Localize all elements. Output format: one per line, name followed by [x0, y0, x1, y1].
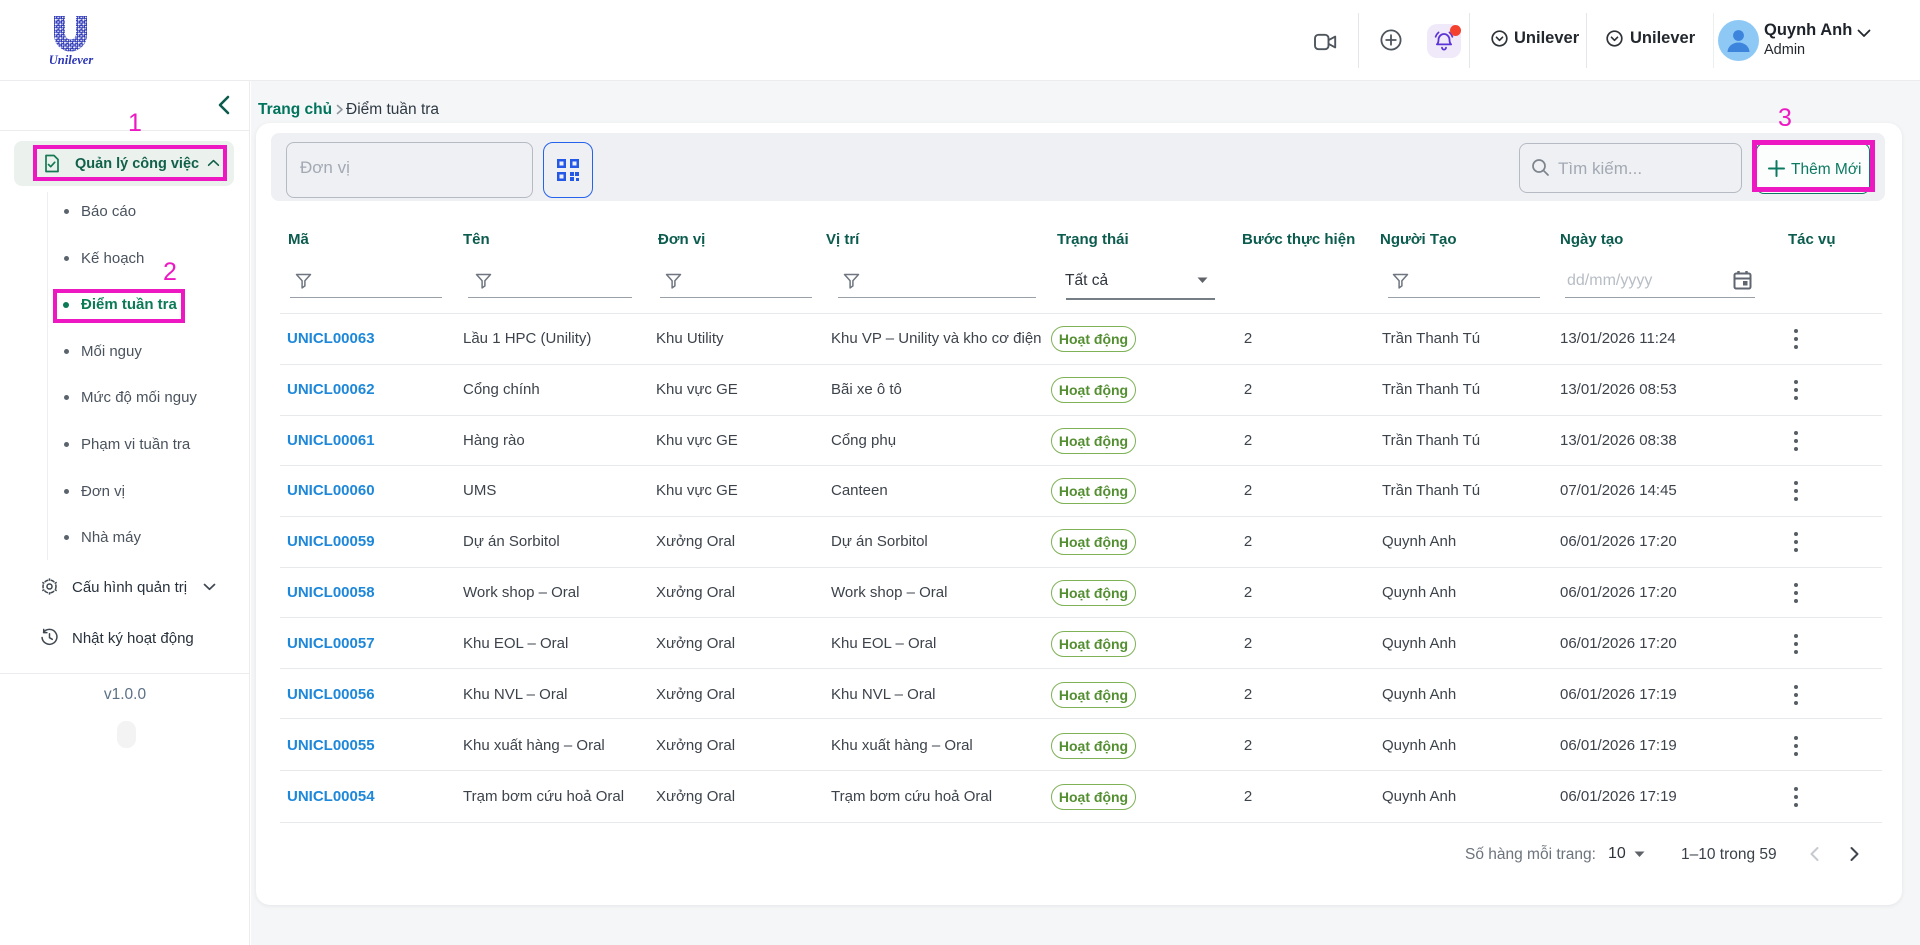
svg-text:Unilever: Unilever: [50, 53, 93, 67]
